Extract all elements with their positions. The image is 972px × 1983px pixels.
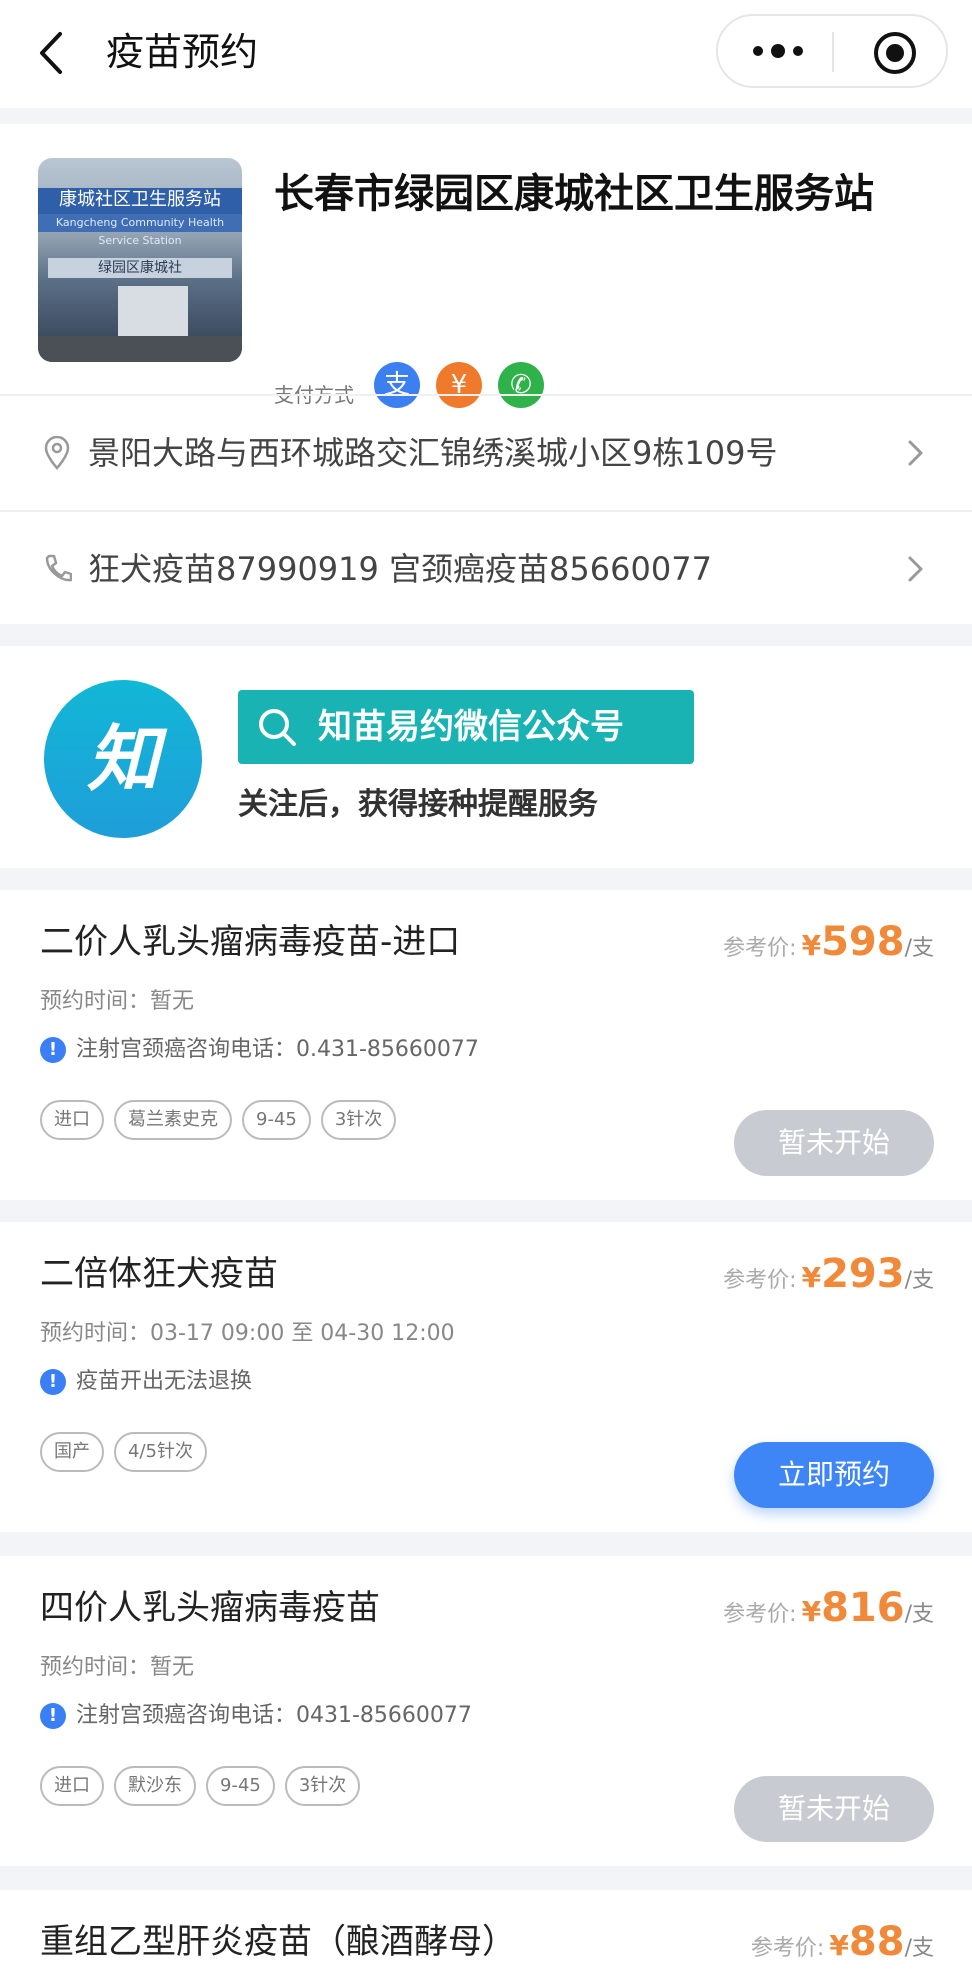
close-mini-program-icon[interactable] [872,30,918,76]
price-value: 88 [848,1919,905,1965]
not-started-button[interactable]: 暂未开始 [734,1110,934,1176]
price-currency: ¥ [801,1261,822,1294]
price-value: 816 [821,1585,905,1631]
price-label: 参考价: [723,1602,797,1627]
phone-text: 狂犬疫苗87990919 宫颈癌疫苗85660077 [88,550,712,588]
price-currency: ¥ [801,1595,822,1628]
price-value: 598 [821,919,905,965]
promo-card[interactable]: 知 知苗易约微信公众号 关注后，获得接种提醒服务 [0,646,972,868]
promo-desc: 关注后，获得接种提醒服务 [238,787,598,822]
search-icon [259,709,296,746]
tag: 进口 [40,1100,104,1140]
photo-sign-en: Kangcheng Community Health Service Stati… [38,214,242,247]
photo-band: 绿园区康城社 [48,258,232,278]
price-unit: /支 [904,1602,934,1627]
price-currency: ¥ [801,929,822,962]
tag-list: 进口 葛兰素史克 9-45 3针次 [40,1100,406,1140]
capsule-divider [832,32,834,72]
note-text: 注射宫颈癌咨询电话：0431-85660077 [76,1703,472,1728]
tag: 3针次 [284,1766,361,1806]
page-title: 疫苗预约 [106,30,259,74]
not-started-button[interactable]: 暂未开始 [734,1776,934,1842]
vaccine-card: 二价人乳头瘤病毒疫苗-进口 参考价: ¥598/支 预约时间：暂无 ! 注射宫颈… [0,890,972,1200]
phone-row[interactable]: 狂犬疫苗87990919 宫颈癌疫苗85660077 [0,512,972,626]
price-currency: ¥ [829,1929,849,1962]
station-card: 康城社区卫生服务站 Kangcheng Community Health Ser… [0,124,972,624]
vaccine-card: 二倍体狂犬疫苗 参考价: ¥293/支 预约时间：03-17 09:00 至 0… [0,1222,972,1532]
phone-icon [45,554,72,582]
price: 参考价: ¥88/支 [751,1914,934,1978]
price-label: 参考价: [723,1268,797,1293]
appointment-time: 预约时间：03-17 09:00 至 04-30 12:00 [40,1321,455,1346]
more-icon[interactable] [748,36,808,66]
tag: 默沙东 [114,1766,196,1806]
price-unit: /支 [904,1268,934,1293]
tag: 9-45 [242,1100,311,1140]
price-unit: /支 [904,1936,934,1961]
tag: 进口 [40,1766,104,1806]
promo-banner[interactable]: 知苗易约微信公众号 [238,690,694,764]
address-row[interactable]: 景阳大路与西环城路交汇锦绣溪城小区9栋109号 [0,396,972,510]
location-pin-icon [44,436,70,470]
navbar: 疫苗预约 [0,0,972,108]
tag: 9-45 [206,1766,275,1806]
chevron-right-icon [908,556,923,582]
vaccine-name: 重组乙型肝炎疫苗（酿酒酵母） [40,1922,516,1962]
info-icon: ! [40,1703,66,1729]
station-name: 长春市绿园区康城社区卫生服务站 [274,171,874,217]
station-photo: 康城社区卫生服务站 Kangcheng Community Health Ser… [38,158,242,362]
zhimiao-logo: 知 [44,680,202,838]
tag-list: 国产 4/5针次 [40,1432,217,1472]
info-icon: ! [40,1037,66,1063]
note-text: 疫苗开出无法退换 [76,1369,253,1394]
price-unit: /支 [904,936,934,961]
vaccine-name: 二倍体狂犬疫苗 [40,1254,278,1294]
price: 参考价: ¥816/支 [723,1580,934,1644]
chevron-right-icon [908,440,923,466]
vaccine-name: 四价人乳头瘤病毒疫苗 [40,1588,380,1628]
price: 参考价: ¥598/支 [723,914,934,978]
back-arrow-icon[interactable] [34,28,74,78]
tag: 3针次 [320,1100,397,1140]
vaccine-card: 重组乙型肝炎疫苗（酿酒酵母） 参考价: ¥88/支 [0,1890,972,1983]
info-icon: ! [40,1369,66,1395]
vaccine-card: 四价人乳头瘤病毒疫苗 参考价: ¥816/支 预约时间：暂无 ! 注射宫颈癌咨询… [0,1556,972,1866]
vaccine-name: 二价人乳头瘤病毒疫苗-进口 [40,922,461,962]
appointment-time: 预约时间：暂无 [40,989,195,1014]
tag: 葛兰素史克 [114,1100,232,1140]
price-label: 参考价: [750,1936,825,1961]
price-value: 293 [821,1251,905,1297]
tag: 国产 [40,1432,104,1472]
price: 参考价: ¥293/支 [723,1246,934,1310]
note-text: 注射宫颈癌咨询电话：0.431-85660077 [76,1037,479,1062]
promo-banner-text: 知苗易约微信公众号 [318,707,624,747]
book-now-button[interactable]: 立即预约 [734,1442,934,1508]
tag-list: 进口 默沙东 9-45 3针次 [40,1766,370,1806]
price-label: 参考价: [723,936,797,961]
address-text: 景阳大路与西环城路交汇锦绣溪城小区9栋109号 [88,434,778,472]
logo-text: 知 [86,717,159,801]
tag: 4/5针次 [114,1432,207,1472]
mini-program-capsule [716,14,948,88]
appointment-time: 预约时间：暂无 [40,1655,195,1680]
photo-ground [38,336,242,362]
